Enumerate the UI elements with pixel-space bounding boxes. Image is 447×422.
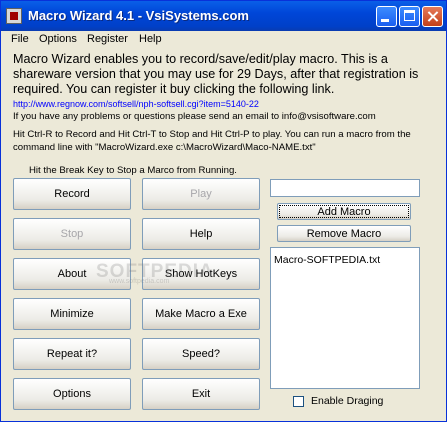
break-key-note: Hit the Break Key to Stop a Marco from R… xyxy=(29,165,237,176)
intro-text: Macro Wizard enables you to record/save/… xyxy=(13,52,419,96)
menu-file[interactable]: File xyxy=(11,33,29,45)
minimize-window-button[interactable] xyxy=(376,6,397,27)
speed-button[interactable]: Speed? xyxy=(142,338,260,370)
menu-bar: File Options Register Help xyxy=(1,31,446,48)
remove-macro-button[interactable]: Remove Macro xyxy=(277,225,411,242)
macro-name-input[interactable] xyxy=(270,179,420,197)
maximize-window-button[interactable] xyxy=(399,6,420,27)
options-button[interactable]: Options xyxy=(13,378,131,410)
register-link[interactable]: http://www.regnow.com/softsell/nph-softs… xyxy=(13,99,259,109)
stop-button[interactable]: Stop xyxy=(13,218,131,250)
window-title: Macro Wizard 4.1 - VsiSystems.com xyxy=(28,8,249,23)
repeat-button[interactable]: Repeat it? xyxy=(13,338,131,370)
menu-help[interactable]: Help xyxy=(139,33,162,45)
menu-register[interactable]: Register xyxy=(87,33,128,45)
play-button[interactable]: Play xyxy=(142,178,260,210)
add-macro-button[interactable]: Add Macro xyxy=(277,203,411,220)
main-content: Macro Wizard enables you to record/save/… xyxy=(1,48,446,421)
exit-button[interactable]: Exit xyxy=(142,378,260,410)
record-button[interactable]: Record xyxy=(13,178,131,210)
minimize-button[interactable]: Minimize xyxy=(13,298,131,330)
app-icon[interactable] xyxy=(6,8,22,24)
contact-text: If you have any problems or questions pl… xyxy=(13,111,376,122)
make-exe-button[interactable]: Make Macro a Exe xyxy=(142,298,260,330)
list-item[interactable]: Macro-SOFTPEDIA.txt xyxy=(271,248,419,266)
enable-drag-label: Enable Draging xyxy=(311,395,384,407)
menu-options[interactable]: Options xyxy=(39,33,77,45)
title-bar[interactable]: Macro Wizard 4.1 - VsiSystems.com xyxy=(1,1,446,31)
hotkeys-note: Hit Ctrl-R to Record and Hit Ctrl-T to S… xyxy=(13,129,411,153)
close-window-button[interactable] xyxy=(422,6,443,27)
macro-list[interactable]: Macro-SOFTPEDIA.txt xyxy=(270,247,420,389)
help-button[interactable]: Help xyxy=(142,218,260,250)
enable-drag-checkbox[interactable] xyxy=(293,395,304,407)
softpedia-watermark-url: www.softpedia.com xyxy=(109,278,170,285)
macro-wizard-window: Macro Wizard 4.1 - VsiSystems.com File O… xyxy=(0,0,447,422)
enable-drag-option[interactable]: Enable Draging xyxy=(293,395,383,407)
